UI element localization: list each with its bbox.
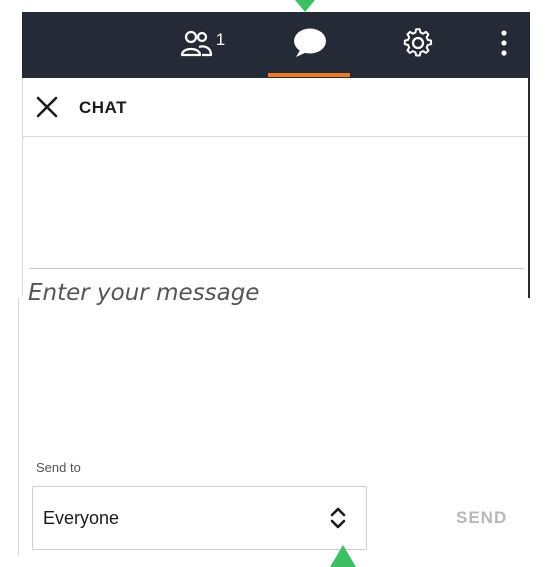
- close-icon: [34, 96, 60, 124]
- panel-right-border: [528, 78, 530, 298]
- annotation-arrow-bottom: [330, 545, 356, 567]
- participants-count: 1: [215, 30, 226, 49]
- annotation-arrow-top: [295, 0, 315, 12]
- chat-panel-screenshot: 1 CHAT Enter your message Send to Everyo…: [0, 0, 546, 567]
- composer-divider: [30, 268, 524, 269]
- message-list: [23, 137, 528, 267]
- participants-button[interactable]: 1: [162, 12, 242, 78]
- chat-header: CHAT: [22, 78, 530, 137]
- chat-tab-button[interactable]: [270, 12, 350, 78]
- people-icon: [179, 28, 213, 63]
- more-vertical-icon: [500, 29, 508, 62]
- close-chat-button[interactable]: [34, 94, 60, 120]
- gear-icon: [403, 27, 433, 63]
- composer-left-border: [18, 298, 19, 556]
- chat-title: CHAT: [79, 98, 127, 117]
- more-options-button[interactable]: [484, 12, 524, 78]
- settings-button[interactable]: [384, 12, 452, 78]
- send-to-label: Send to: [36, 460, 81, 475]
- send-to-value: Everyone: [43, 508, 120, 528]
- chat-bubble-icon: [292, 27, 328, 64]
- active-tab-indicator: [268, 73, 350, 77]
- select-chevrons-icon: [328, 504, 348, 532]
- send-button[interactable]: SEND: [436, 500, 536, 536]
- top-toolbar: 1: [22, 12, 530, 78]
- send-to-select[interactable]: Everyone: [32, 486, 367, 550]
- message-input[interactable]: [28, 280, 528, 420]
